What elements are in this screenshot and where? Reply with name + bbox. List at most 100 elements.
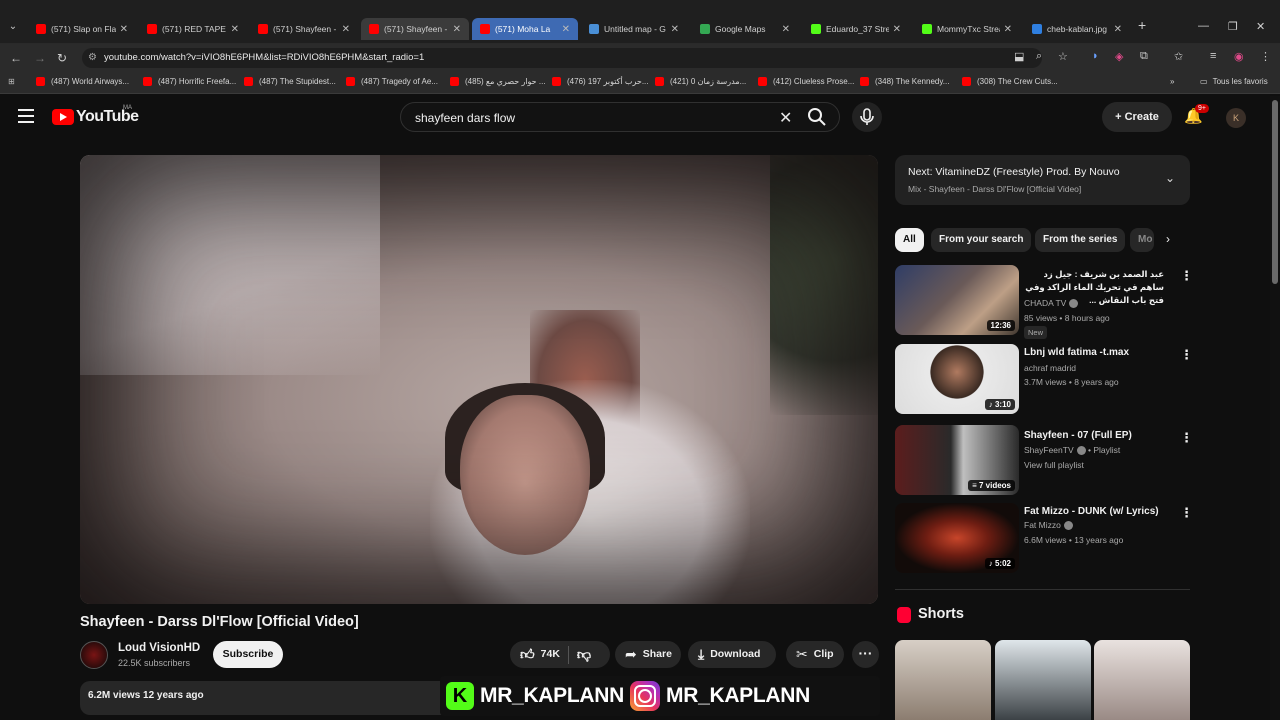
bookmark-item[interactable]: (487) The Stupidest... [244,77,336,86]
close-tab-icon[interactable]: ✕ [562,24,570,35]
profile-icon[interactable]: ◉ [1234,50,1244,63]
hamburger-menu-icon[interactable] [18,109,34,123]
bookmark-item[interactable]: (487) World Airways... [36,77,129,86]
close-tab-icon[interactable]: ✕ [782,24,790,35]
extensions-puzzle-icon[interactable]: ⧉ [1140,50,1148,63]
close-tab-icon[interactable]: ✕ [1114,24,1122,35]
zoom-icon[interactable]: ⌕ [1036,50,1042,63]
browser-tab[interactable]: cheb-kablan.jpg ✕ [1024,18,1130,40]
rec-menu-icon[interactable]: ⋮ [1180,347,1193,363]
tab-search-button[interactable]: ⌄ [6,21,20,35]
search-input[interactable]: shayfeen dars flow [415,111,515,125]
rec-menu-icon[interactable]: ⋮ [1180,430,1193,446]
bookmark-item[interactable]: (412) Clueless Prose... [758,77,854,86]
shield-extension-icon[interactable]: ◈ [1115,50,1123,63]
bookmark-item[interactable]: (487) Tragedy of Ae... [346,77,438,86]
back-icon[interactable]: ← [10,51,22,65]
minimize-icon[interactable]: — [1198,20,1209,32]
rec-menu-icon[interactable]: ⋮ [1180,505,1193,521]
browser-tab[interactable]: (571) Shayfeen - ✕ [250,18,358,40]
video-thumbnail[interactable]: ♪ 5:02 [895,503,1019,573]
site-info-icon[interactable]: ⚙ [88,48,97,68]
browser-tab[interactable]: (571) RED TAPE ✕ [139,18,247,40]
maximize-icon[interactable]: ❐ [1228,20,1238,33]
bookmark-item[interactable]: (476) حرب أكتوبر 197... [552,77,649,86]
browser-tab-hovered[interactable]: (571) Moha La ✕ [472,18,578,40]
search-box[interactable]: shayfeen dars flow ✕ [400,102,840,132]
rec-channel[interactable]: Fat Mizzo [1024,520,1073,531]
rec-menu-icon[interactable]: ⋮ [1180,268,1193,284]
chip-all[interactable]: All [895,228,924,252]
scrollbar-thumb[interactable] [1272,100,1278,284]
install-app-icon[interactable]: ⬓ [1014,50,1024,63]
browser-tab[interactable]: MommyTxc Strea ✕ [914,18,1020,40]
chevron-right-icon[interactable]: › [1166,232,1170,246]
close-tab-icon[interactable]: ✕ [453,24,461,35]
short-thumbnail[interactable] [1094,640,1190,720]
rec-channel[interactable]: ShayFeenTV • Playlist [1024,445,1120,456]
channel-avatar[interactable] [80,641,108,669]
menu-dots-icon[interactable]: ⋮ [1260,50,1271,63]
chip-from-your-search[interactable]: From your search [931,228,1032,252]
clip-button[interactable]: ✂ Clip [786,641,844,668]
bookmark-item[interactable]: (485) حوار حصري مع ... [450,77,546,86]
browser-tab[interactable]: Google Maps ✕ [692,18,798,40]
browser-tab-active[interactable]: (571) Shayfeen - ✕ [361,18,469,40]
search-button[interactable] [806,106,836,128]
channel-name[interactable]: Loud VisionHD [118,642,200,654]
url-field[interactable]: ⚙ youtube.com/watch?v=iVIO8hE6PHM&list=R… [82,48,1042,68]
share-button[interactable]: ➦ Share [615,641,681,668]
create-button[interactable]: + Create [1102,102,1172,132]
voice-search-button[interactable] [852,102,882,132]
bookmark-item[interactable]: (308) The Crew Cuts... [962,77,1058,86]
more-actions-icon[interactable]: ··· [852,641,879,668]
chip-from-the-series[interactable]: From the series [1035,228,1126,252]
chevron-down-icon[interactable]: ⌄ [1165,171,1175,185]
video-player[interactable] [80,155,878,604]
forward-icon[interactable]: → [34,51,46,65]
short-thumbnail[interactable] [995,640,1091,720]
rec-video-title[interactable]: Lbnj wld fatima -t.max [1024,346,1164,359]
dislike-icon[interactable]: 👎︎ [577,641,591,668]
clear-search-icon[interactable]: ✕ [779,108,792,128]
subscribe-button[interactable]: Subscribe [213,641,283,668]
favorites-icon[interactable]: ✩ [1174,50,1183,63]
like-count[interactable]: 74K [541,641,560,668]
close-tab-icon[interactable]: ✕ [231,24,239,35]
close-tab-icon[interactable]: ✕ [342,24,350,35]
rec-video-title[interactable]: Fat Mizzo - DUNK (w/ Lyrics) [1024,505,1164,518]
video-thumbnail[interactable]: ♪ 3:10 [895,344,1019,414]
new-tab-button[interactable]: + [1138,17,1146,33]
media-control-icon[interactable]: ≡ [1210,50,1216,62]
apps-grid-icon[interactable]: ⊞ [8,77,15,86]
bookmark-star-icon[interactable]: ☆ [1058,50,1068,63]
reload-icon[interactable]: ↻ [57,51,67,65]
short-thumbnail[interactable] [895,640,991,720]
bookmark-item[interactable]: (421) مدرسة زمان 0... [655,77,746,86]
browser-tab[interactable]: Untitled map - G ✕ [581,18,687,40]
rec-video-title[interactable]: Shayfeen - 07 (Full EP) [1024,429,1164,442]
browser-tab[interactable]: Eduardo_37 Strea ✕ [803,18,909,40]
up-next-panel[interactable] [895,155,1190,205]
account-avatar[interactable]: K [1226,108,1246,128]
video-thumbnail[interactable]: 12:36 [895,265,1019,335]
bookmark-item[interactable]: (348) The Kennedy... [860,77,949,86]
all-bookmarks-folder[interactable]: ▭ Tous les favoris [1200,77,1268,86]
close-tab-icon[interactable]: ✕ [1004,24,1012,35]
close-window-icon[interactable]: ✕ [1256,20,1265,33]
playlist-thumbnail[interactable]: ≡ 7 videos [895,425,1019,495]
close-tab-icon[interactable]: ✕ [893,24,901,35]
like-icon[interactable]: 👍︎ [520,641,535,668]
download-button[interactable]: ⤓ Download [688,641,776,668]
view-full-playlist-link[interactable]: View full playlist [1024,460,1084,470]
bookmark-item[interactable]: (487) Horrific Freefa... [143,77,236,86]
close-tab-icon[interactable]: ✕ [671,24,679,35]
chip-more[interactable]: Mo [1130,228,1154,252]
bookmarks-overflow[interactable]: » [1170,77,1174,86]
extension-icon[interactable]: ◗ [1092,50,1099,62]
close-tab-icon[interactable]: ✕ [120,24,128,35]
rec-channel[interactable]: CHADA TV [1024,298,1079,309]
rec-channel[interactable]: achraf madrid [1024,363,1076,373]
browser-tab[interactable]: (571) Slap on Flat ✕ [28,18,136,40]
youtube-logo[interactable]: YouTube MA [52,105,139,126]
